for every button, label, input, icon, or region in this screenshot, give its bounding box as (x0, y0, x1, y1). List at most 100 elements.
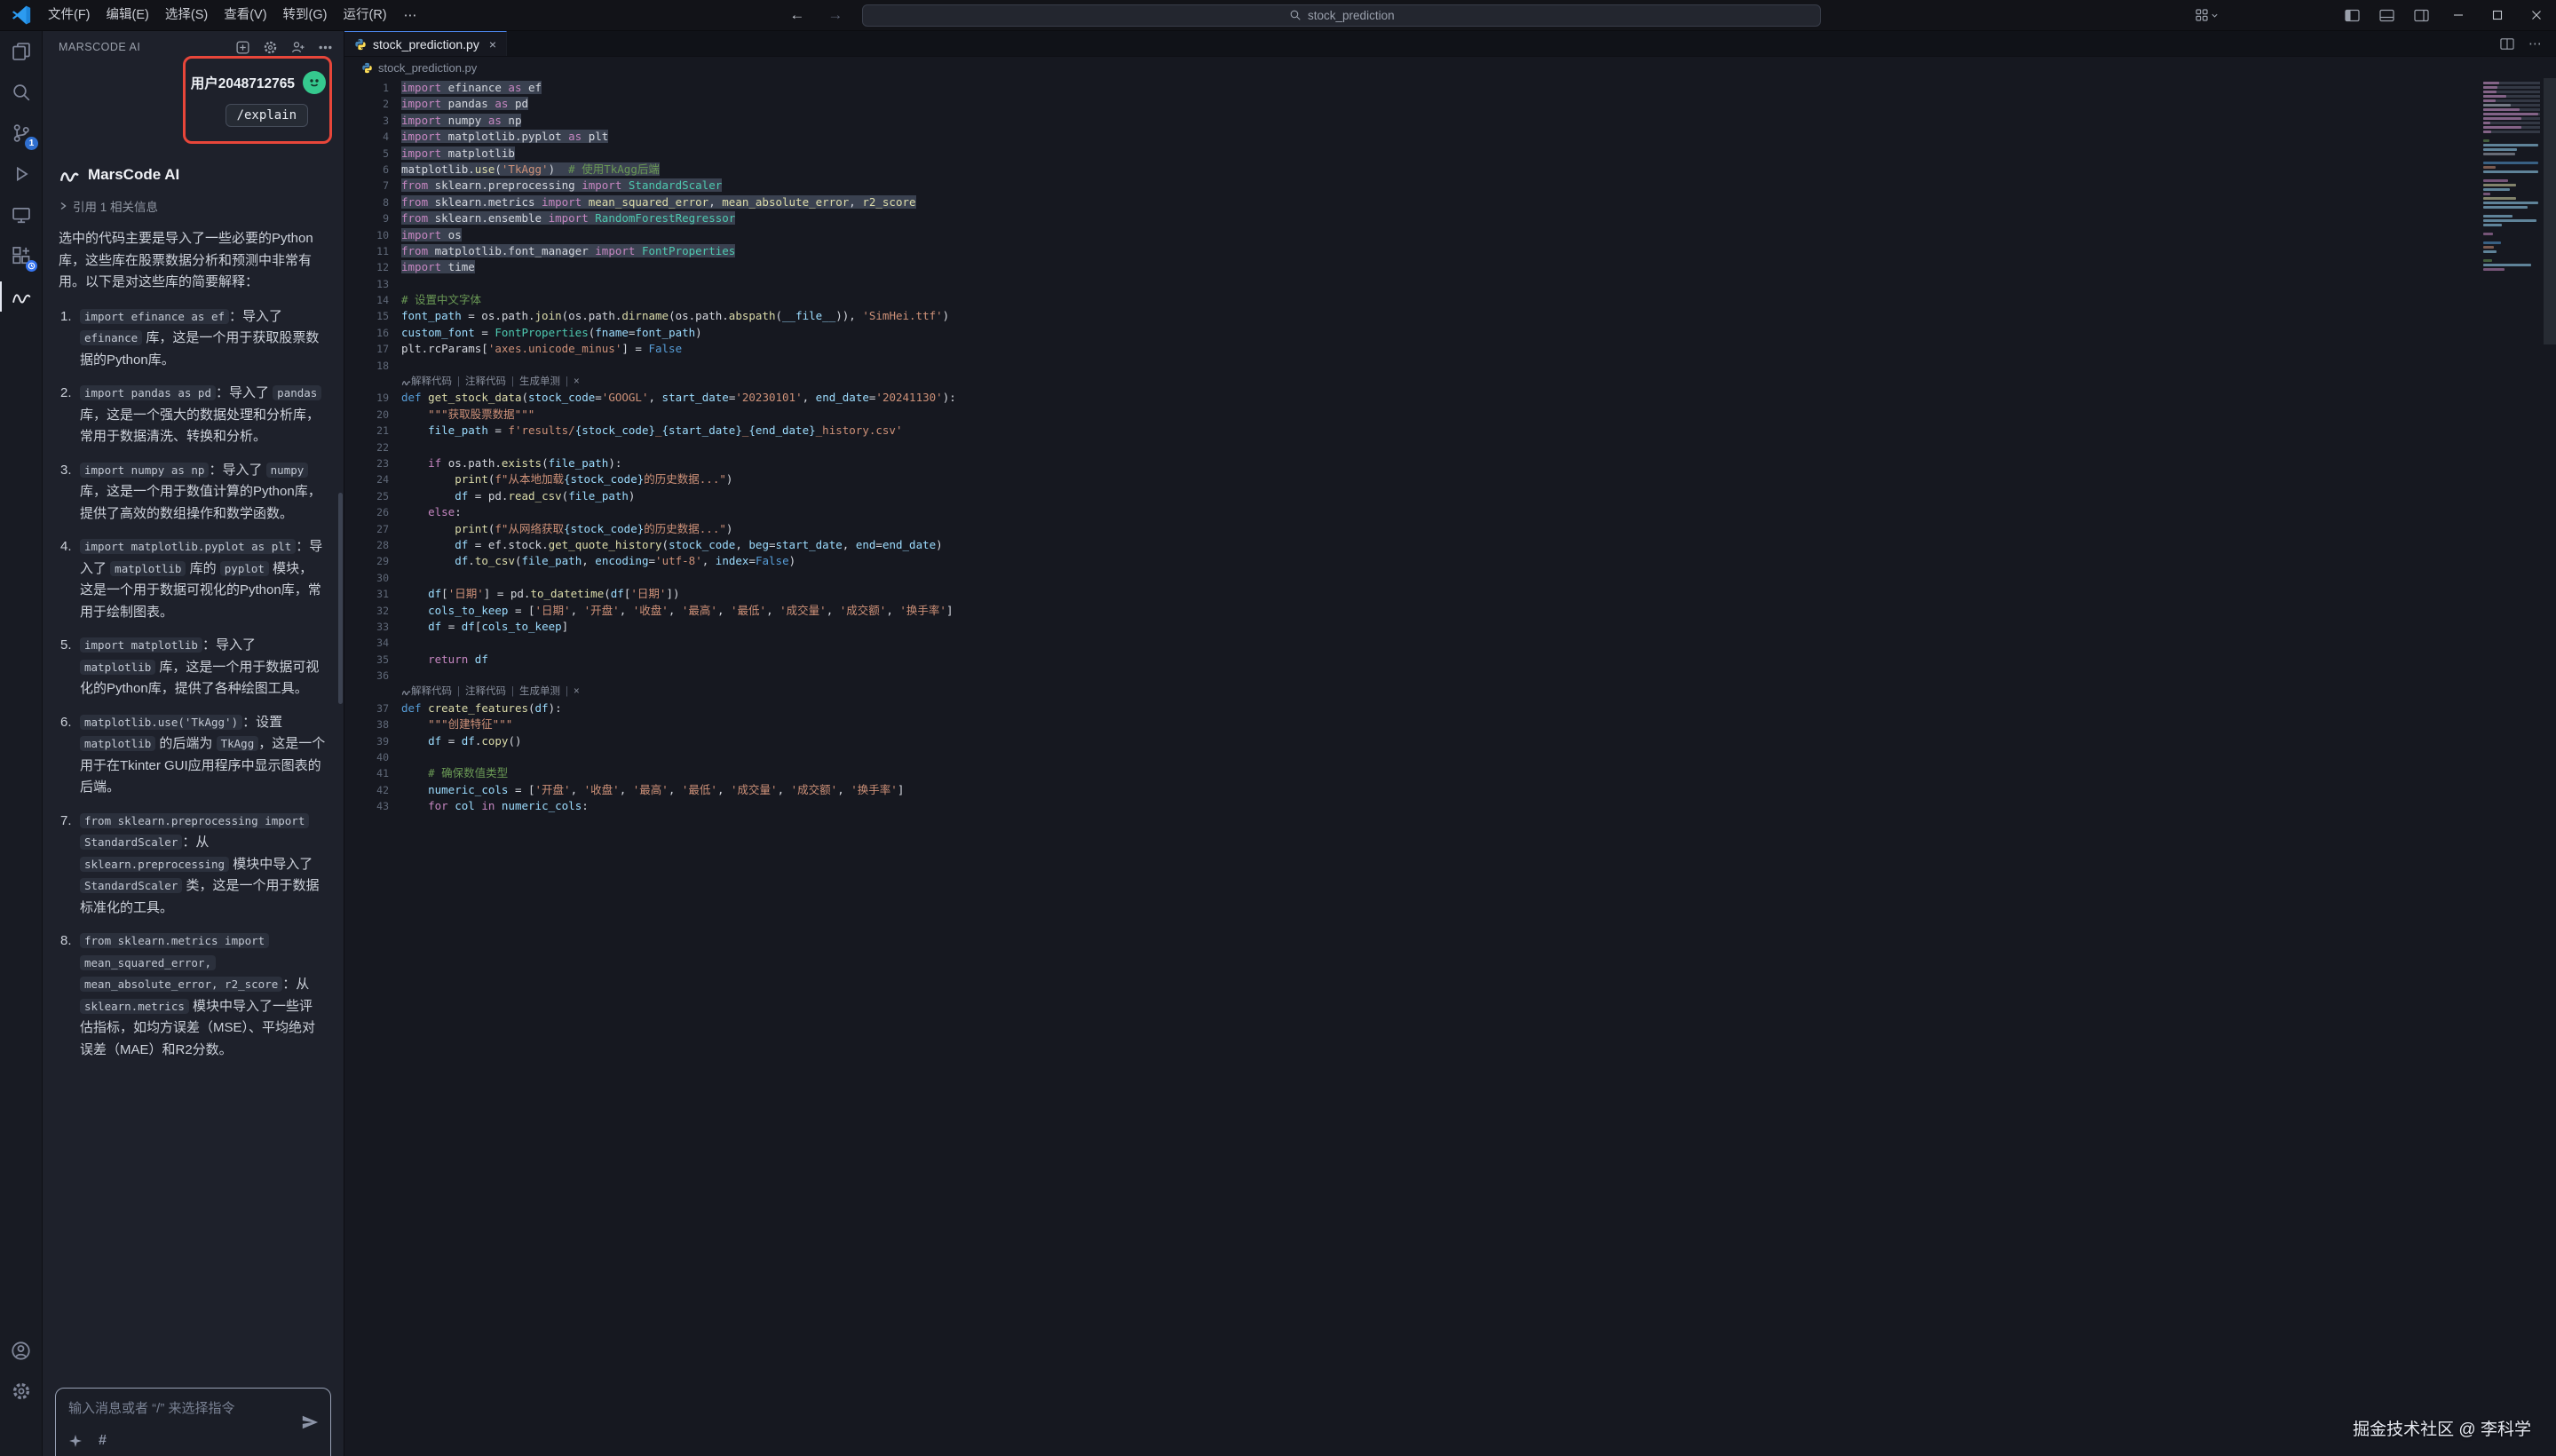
codelens-action[interactable]: 解释代码 (411, 374, 452, 390)
code-line[interactable]: """创建特征""" (389, 716, 512, 732)
code-line[interactable]: custom_font = FontProperties(fname=font_… (389, 325, 702, 341)
back-arrow-icon[interactable]: ← (789, 6, 804, 24)
line-number[interactable]: 15 (344, 308, 389, 324)
code-line[interactable]: from sklearn.ensemble import RandomFores… (389, 210, 735, 226)
code-line[interactable]: import pandas as pd (389, 96, 528, 112)
forward-arrow-icon[interactable]: → (827, 6, 843, 24)
line-number[interactable]: 22 (344, 439, 389, 455)
activity-run-debug[interactable] (0, 154, 42, 194)
activity-settings[interactable] (0, 1371, 42, 1412)
line-number[interactable]: 23 (344, 455, 389, 471)
code-line[interactable]: def get_stock_data(stock_code='GOOGL', s… (389, 390, 956, 406)
more-icon[interactable] (318, 40, 333, 55)
code-line[interactable] (389, 439, 401, 455)
line-number[interactable]: 1 (344, 80, 389, 96)
line-number[interactable]: 4 (344, 129, 389, 145)
close-window-button[interactable] (2517, 0, 2556, 31)
menu-item[interactable]: 文件(F) (40, 0, 99, 31)
line-number[interactable]: 36 (344, 668, 389, 684)
sidebar-scrollbar[interactable] (338, 493, 343, 704)
breadcrumb[interactable]: stock_prediction.py (344, 57, 2556, 78)
code-line[interactable]: df['日期'] = pd.to_datetime(df['日期']) (389, 586, 680, 602)
codelens-dismiss[interactable]: × (574, 374, 580, 390)
line-number[interactable]: 9 (344, 210, 389, 226)
line-number[interactable]: 40 (344, 749, 389, 765)
code-line[interactable]: plt.rcParams['axes.unicode_minus'] = Fal… (389, 341, 682, 357)
line-number[interactable]: 11 (344, 243, 389, 259)
code-line[interactable]: font_path = os.path.join(os.path.dirname… (389, 308, 949, 324)
split-editor-icon[interactable] (2500, 37, 2514, 51)
line-number[interactable]: 8 (344, 194, 389, 210)
code-line[interactable]: file_path = f'results/{stock_code}_{star… (389, 423, 902, 439)
code-line[interactable]: return df (389, 652, 488, 668)
line-number[interactable]: 31 (344, 586, 389, 602)
profile-grid-button[interactable] (2185, 0, 2228, 31)
user-plus-icon[interactable] (290, 40, 305, 55)
code-line[interactable]: import efinance as ef (389, 80, 542, 96)
code-line[interactable] (389, 635, 401, 651)
codelens-action[interactable]: 解释代码 (411, 684, 452, 700)
code-line[interactable]: df.to_csv(file_path, encoding='utf-8', i… (389, 553, 795, 569)
code-line[interactable] (389, 668, 401, 684)
activity-remote-explorer[interactable] (0, 194, 42, 235)
line-number[interactable]: 43 (344, 798, 389, 814)
send-button[interactable] (301, 1413, 319, 1436)
line-number[interactable]: 6 (344, 162, 389, 178)
tab-close-icon[interactable]: × (489, 37, 496, 51)
code-line[interactable]: cols_to_keep = ['日期', '开盘', '收盘', '最高', … (389, 603, 954, 619)
activity-source-control[interactable]: 1 (0, 113, 42, 154)
code-line[interactable]: # 设置中文字体 (389, 292, 481, 308)
line-number[interactable]: 35 (344, 652, 389, 668)
line-number[interactable]: 26 (344, 504, 389, 520)
menu-item[interactable]: 运行(R) (335, 0, 394, 31)
skills-sparkle-icon[interactable] (68, 1434, 83, 1448)
code-line[interactable] (389, 749, 401, 765)
code-line[interactable]: def create_features(df): (389, 700, 562, 716)
line-number[interactable]: 20 (344, 407, 389, 423)
line-number[interactable]: 18 (344, 358, 389, 374)
codelens-dismiss[interactable]: × (574, 684, 580, 700)
code-line[interactable]: # 确保数值类型 (389, 765, 508, 781)
code-line[interactable] (389, 358, 401, 374)
code-line[interactable]: else: (389, 504, 462, 520)
line-number[interactable]: 28 (344, 537, 389, 553)
code-line[interactable]: if os.path.exists(file_path): (389, 455, 621, 471)
menu-overflow-button[interactable]: ⋯ (395, 7, 426, 23)
code-line[interactable]: from sklearn.metrics import mean_squared… (389, 194, 916, 210)
line-number[interactable]: 25 (344, 488, 389, 504)
code-line[interactable]: import matplotlib.pyplot as plt (389, 129, 608, 145)
code-line[interactable]: from matplotlib.font_manager import Font… (389, 243, 735, 259)
line-number[interactable]: 2 (344, 96, 389, 112)
menu-item[interactable]: 查看(V) (216, 0, 274, 31)
code-line[interactable]: df = df[cols_to_keep] (389, 619, 568, 635)
toggle-sidebar-button[interactable] (2335, 0, 2370, 31)
tab-stock-prediction[interactable]: stock_prediction.py × (344, 31, 507, 56)
code-line[interactable] (389, 570, 401, 586)
line-number[interactable]: 7 (344, 178, 389, 194)
chat-input[interactable]: 输入消息或者 “/” 来选择指令 # (55, 1388, 331, 1456)
line-number[interactable]: 5 (344, 146, 389, 162)
code-line[interactable]: from sklearn.preprocessing import Standa… (389, 178, 722, 194)
code-line[interactable]: for col in numeric_cols: (389, 798, 589, 814)
editor-scrollbar[interactable] (2544, 78, 2556, 1456)
code-line[interactable] (389, 276, 401, 292)
new-chat-icon[interactable] (235, 40, 250, 55)
minimap[interactable] (2483, 82, 2540, 273)
code-line[interactable]: import matplotlib (389, 146, 515, 162)
search-bar[interactable]: stock_prediction (862, 4, 1821, 27)
line-number[interactable]: 16 (344, 325, 389, 341)
activity-marscode-ai[interactable] (0, 276, 42, 317)
code-line[interactable]: print(f"从网络获取{stock_code}的历史数据...") (389, 521, 732, 537)
codelens-action[interactable]: 生成单测 (519, 684, 560, 700)
code-line[interactable]: df = pd.read_csv(file_path) (389, 488, 635, 504)
code-line[interactable]: import numpy as np (389, 113, 521, 129)
line-number[interactable]: 21 (344, 423, 389, 439)
maximize-button[interactable] (2478, 0, 2517, 31)
toggle-secondary-sidebar-button[interactable] (2404, 0, 2439, 31)
scrollbar-thumb[interactable] (2544, 78, 2556, 344)
menu-item[interactable]: 选择(S) (157, 0, 216, 31)
line-number[interactable]: 13 (344, 276, 389, 292)
line-number[interactable]: 41 (344, 765, 389, 781)
activity-explorer[interactable] (0, 31, 42, 72)
line-number[interactable]: 14 (344, 292, 389, 308)
